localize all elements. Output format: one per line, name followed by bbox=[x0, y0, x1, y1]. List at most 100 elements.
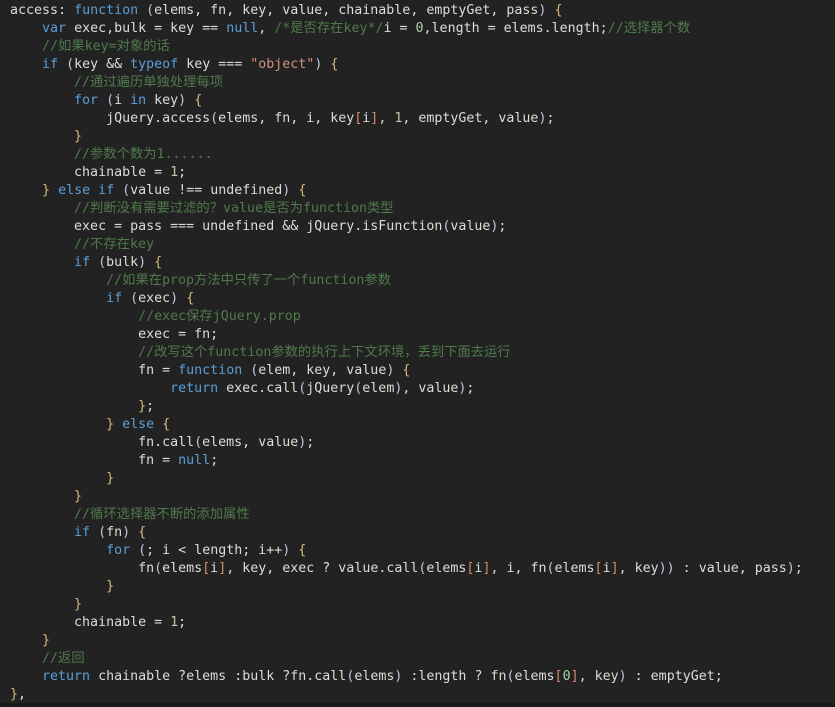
code-token-id: elems bbox=[426, 561, 467, 576]
code-token-op: = bbox=[178, 327, 187, 342]
code-token-id: elems.length; bbox=[495, 21, 608, 36]
code-token-br3: ] bbox=[570, 669, 579, 684]
code-token-id: bulk bbox=[242, 669, 283, 684]
code-token-punc bbox=[178, 291, 186, 306]
code-token-op: = bbox=[154, 165, 163, 180]
code-token-id: fn.call bbox=[290, 669, 347, 684]
code-token-punc bbox=[408, 21, 416, 36]
code-token-br2: ( bbox=[546, 561, 555, 576]
code-token-id: fn bbox=[138, 363, 163, 378]
code-token-id: exec bbox=[138, 327, 179, 342]
code-token-id: elems, value bbox=[202, 435, 299, 450]
code-token-id: fn.call bbox=[138, 435, 195, 450]
code-line: } bbox=[0, 488, 835, 506]
code-token-punc: ; bbox=[794, 561, 803, 576]
code-token-br1: } bbox=[42, 633, 51, 648]
code-token-br1: } bbox=[74, 597, 83, 612]
code-line: //如果key=对象的话 bbox=[0, 38, 835, 56]
code-token-br1: { bbox=[402, 363, 411, 378]
code-token-op: : bbox=[634, 669, 643, 684]
code-token-id: chainable bbox=[74, 615, 155, 630]
code-token-kw: in bbox=[130, 93, 147, 108]
code-line: } bbox=[0, 470, 835, 488]
code-token-punc bbox=[10, 381, 170, 396]
code-token-br2: ( bbox=[210, 111, 219, 126]
code-token-punc bbox=[10, 327, 138, 342]
code-token-cmt: //参数个数为1...... bbox=[74, 147, 213, 162]
code-token-br1: } bbox=[42, 183, 51, 198]
code-token-punc bbox=[10, 75, 74, 90]
code-token-punc bbox=[10, 291, 106, 306]
code-line: }, bbox=[0, 686, 835, 704]
code-token-punc bbox=[98, 93, 106, 108]
code-token-br1: } bbox=[106, 471, 115, 486]
code-token-punc bbox=[10, 453, 138, 468]
source-code-block[interactable]: access: function (elems, fn, key, value,… bbox=[0, 2, 835, 704]
code-token-op: ? bbox=[178, 669, 187, 684]
code-token-punc bbox=[10, 237, 74, 252]
code-token-punc bbox=[10, 165, 74, 180]
code-line: } else { bbox=[0, 416, 835, 434]
code-token-br2: ) bbox=[138, 255, 147, 270]
code-token-punc: , bbox=[378, 111, 395, 126]
code-token-br1: { bbox=[194, 93, 203, 108]
code-token-punc bbox=[58, 57, 66, 72]
code-token-cmt: //改写这个function参数的执行上下文环境，丢到下面去运行 bbox=[138, 345, 511, 360]
code-token-id: exec.call bbox=[218, 381, 299, 396]
code-token-punc bbox=[10, 147, 74, 162]
code-line: //返回 bbox=[0, 650, 835, 668]
code-token-br2: ( bbox=[194, 435, 203, 450]
code-token-br1: { bbox=[330, 57, 339, 72]
code-token-id: elems, fn, i, key bbox=[218, 111, 355, 126]
code-token-punc bbox=[130, 543, 138, 558]
code-token-punc bbox=[10, 489, 74, 504]
code-token-br1: { bbox=[162, 417, 171, 432]
code-token-cmt: //选择器个数 bbox=[607, 21, 691, 36]
code-token-punc bbox=[114, 183, 122, 198]
code-token-op: ++ bbox=[266, 543, 283, 558]
code-token-id: elems bbox=[514, 669, 555, 684]
code-token-br2: ) bbox=[666, 561, 675, 576]
code-token-id: elems bbox=[354, 669, 395, 684]
code-token-id: value bbox=[450, 219, 491, 234]
code-token-id: , key, exec bbox=[226, 561, 323, 576]
code-token-cmt: //不存在key bbox=[74, 237, 154, 252]
code-token-id: undefined bbox=[202, 183, 283, 198]
code-token-br2: ( bbox=[146, 3, 155, 18]
code-token-br2: ( bbox=[66, 57, 75, 72]
code-token-punc: : bbox=[58, 3, 75, 18]
code-token-br3: ] bbox=[610, 561, 619, 576]
code-token-cmt: //判断没有需要过滤的？value是否为function类型 bbox=[74, 201, 394, 216]
code-token-punc bbox=[10, 399, 138, 414]
code-token-kw: null bbox=[226, 21, 259, 36]
code-line: if (bulk) { bbox=[0, 254, 835, 272]
code-token-id: fn bbox=[138, 561, 155, 576]
code-token-kw: else bbox=[122, 417, 155, 432]
code-token-kw: return bbox=[42, 669, 91, 684]
code-editor-pane[interactable]: access: function (elems, fn, key, value,… bbox=[0, 0, 835, 707]
code-line: } bbox=[0, 128, 835, 146]
code-token-punc bbox=[10, 507, 74, 522]
code-line: chainable = 1; bbox=[0, 614, 835, 632]
code-token-op: = bbox=[114, 219, 123, 234]
code-token-id: , i, fn bbox=[490, 561, 547, 576]
code-line: } bbox=[0, 596, 835, 614]
code-token-punc: ; bbox=[546, 111, 555, 126]
code-token-punc bbox=[122, 291, 130, 306]
code-token-punc bbox=[10, 561, 138, 576]
code-token-punc: ; bbox=[466, 381, 475, 396]
code-token-punc bbox=[675, 561, 683, 576]
code-token-br1: { bbox=[154, 255, 163, 270]
code-token-op: < bbox=[178, 543, 187, 558]
code-line: //参数个数为1...... bbox=[0, 146, 835, 164]
code-line: access: function (elems, fn, key, value,… bbox=[0, 2, 835, 20]
code-token-id: elems bbox=[162, 561, 203, 576]
code-token-cmt: //循环选择器不断的添加属性 bbox=[74, 507, 250, 522]
code-line: //exec保存jQuery.prop bbox=[0, 308, 835, 326]
code-token-punc bbox=[50, 183, 58, 198]
code-token-cmt: //通过遍历单独处理每项 bbox=[74, 75, 224, 90]
code-token-id: value.call bbox=[330, 561, 419, 576]
code-token-punc bbox=[170, 453, 178, 468]
code-token-op: && bbox=[106, 57, 123, 72]
code-token-kw: if bbox=[42, 57, 59, 72]
